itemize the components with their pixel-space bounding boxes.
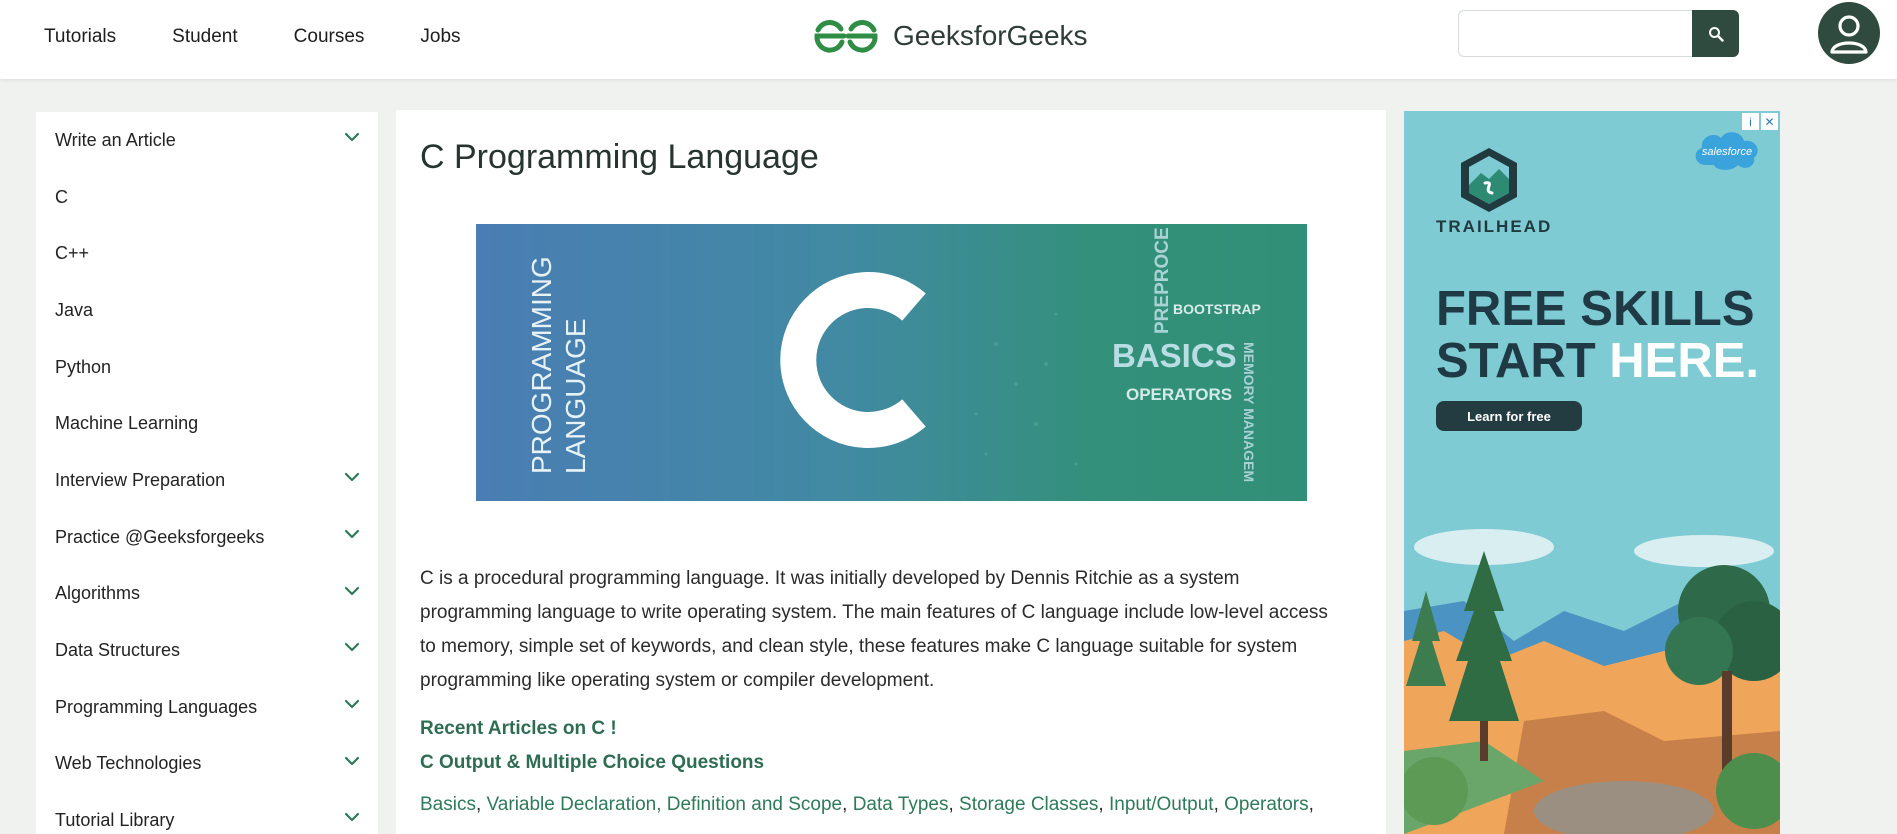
nav-student[interactable]: Student	[172, 26, 238, 48]
banner-dots	[974, 312, 1078, 466]
banner-graphic: PROGRAMMING LANGUAGE PREPROCE BOOTSTRAP …	[526, 227, 1261, 482]
sidebar-item-label: Web Technologies	[55, 753, 202, 774]
sidebar-item[interactable]: Web Technologies	[36, 736, 378, 793]
banner-c-letter	[780, 272, 926, 448]
sidebar-item-label: Programming Languages	[55, 696, 258, 717]
banner-side-text-2: LANGUAGE	[560, 318, 591, 474]
learn-for-free-button[interactable]: Learn for free	[1436, 401, 1582, 431]
sidebar-item-label: Practice @Geeksforgeeks	[55, 526, 265, 547]
sidebar-item-label: Interview Preparation	[55, 469, 226, 490]
gfg-logo-icon	[814, 20, 878, 53]
sidebar-item-label: Write an Article	[55, 129, 176, 150]
top-header: Tutorials Student Courses Jobs GeeksforG…	[0, 0, 1897, 79]
topic-link-basics[interactable]: Basics	[420, 794, 476, 815]
trailhead-logo-icon	[1461, 148, 1517, 212]
sidebar-item[interactable]: Interview Preparation	[36, 452, 378, 509]
banner-side-text-1: PROGRAMMING	[526, 256, 557, 474]
sidebar-item[interactable]: Practice @Geeksforgeeks	[36, 509, 378, 566]
sidebar-item-label: C	[55, 186, 68, 207]
sidebar-item[interactable]: Tutorial Library	[36, 792, 378, 834]
salesforce-badge-text: salesforce	[1702, 146, 1752, 158]
sidebar-item[interactable]: Programming Languages	[36, 679, 378, 736]
sidebar-item[interactable]: Algorithms	[36, 566, 378, 623]
trailhead-label: TRAILHEAD	[1436, 217, 1553, 236]
sidebar-item[interactable]: Python	[36, 339, 378, 396]
sidebar-item[interactable]: Write an Article	[36, 112, 378, 169]
brand-name: GeeksforGeeks	[893, 20, 1088, 51]
top-nav: Tutorials Student Courses Jobs	[44, 26, 461, 48]
topic-link-input-output[interactable]: Input/Output	[1109, 794, 1214, 815]
brand-logo-link[interactable]: GeeksforGeeks	[811, 16, 1088, 56]
sidebar-item-label: Tutorial Library	[55, 810, 175, 831]
chevron-down-icon[interactable]	[344, 642, 360, 652]
topic-link-variable-declaration[interactable]: Variable Declaration, Definition and Sco…	[487, 794, 843, 815]
sidebar-item-label: Java	[55, 299, 94, 320]
banner-word-basics: BASICS	[1112, 337, 1237, 374]
sidebar-item-label: C++	[55, 243, 90, 264]
intro-line: programming language to write operating …	[420, 602, 1328, 623]
chevron-down-icon[interactable]	[344, 812, 360, 822]
intro-line: programming like operating system or com…	[420, 670, 935, 691]
chevron-down-icon[interactable]	[344, 699, 360, 709]
sidebar-item-label: Machine Learning	[55, 413, 199, 434]
chevron-down-icon[interactable]	[344, 756, 360, 766]
intro-line: C is a procedural programming language. …	[420, 568, 1240, 589]
sidebar-item[interactable]: Java	[36, 282, 378, 339]
intro-paragraph: C is a procedural programming language. …	[420, 562, 1360, 698]
sidebar-item[interactable]: Machine Learning	[36, 395, 378, 452]
sidebar-item-label: Algorithms	[55, 583, 141, 604]
sidebar-item-label: Python	[55, 356, 112, 377]
chevron-down-icon[interactable]	[344, 586, 360, 596]
banner-word-preprocessor: PREPROCE	[1152, 227, 1173, 334]
page-title: C Programming Language	[420, 138, 819, 176]
mcq-link[interactable]: C Output & Multiple Choice Questions	[420, 752, 764, 774]
nav-tutorials[interactable]: Tutorials	[44, 26, 116, 48]
sidebar-item[interactable]: C	[36, 169, 378, 226]
user-avatar[interactable]	[1818, 2, 1880, 64]
ad-landscape-illustration	[1404, 529, 1780, 834]
ad-headline-line-1: FREE SKILLS	[1436, 282, 1755, 336]
chevron-down-icon[interactable]	[344, 132, 360, 142]
salesforce-badge-icon: salesforce	[1695, 132, 1758, 170]
left-sidebar: Write an Article C C++ Java Python Machine Le…	[36, 112, 378, 834]
sidebar-item[interactable]: Data Structures	[36, 622, 378, 679]
topic-link-data-types[interactable]: Data Types	[853, 794, 949, 815]
banner-word-operators: OPERATORS	[1126, 385, 1232, 404]
search-button[interactable]	[1692, 10, 1739, 57]
search-input[interactable]	[1458, 10, 1694, 57]
ad-headline-start: START	[1436, 334, 1610, 388]
intro-line: to memory, simple set of keywords, and c…	[420, 636, 1298, 657]
recent-articles-link[interactable]: Recent Articles on C !	[420, 718, 617, 740]
user-icon	[1830, 15, 1868, 54]
banner-word-memory: MEMORY MANAGEM	[1241, 342, 1257, 482]
search-icon	[1708, 26, 1724, 42]
sidebar-item-label: Data Structures	[55, 640, 181, 661]
nav-jobs[interactable]: Jobs	[420, 26, 460, 48]
chevron-down-icon[interactable]	[344, 472, 360, 482]
sidebar-item[interactable]: C++	[36, 225, 378, 282]
topic-link-operators[interactable]: Operators	[1224, 794, 1308, 815]
topic-link-storage-classes[interactable]: Storage Classes	[959, 794, 1098, 815]
ad-headline-here: HERE.	[1609, 334, 1760, 388]
sidebar-list: Write an Article C C++ Java Python Machine Le…	[36, 112, 378, 834]
ad-headline-line-2: START HERE.	[1436, 333, 1759, 389]
trailhead-ad[interactable]: i ✕ salesforce TRAILHEAD FREE SKILLS STA…	[1404, 111, 1780, 834]
article-card: C Programming Language PROGRAMMING LANGU…	[396, 110, 1386, 834]
topic-links: Basics, Variable Declaration, Definition…	[420, 794, 1314, 815]
banner-word-bootstrap: BOOTSTRAP	[1173, 301, 1261, 317]
chevron-down-icon[interactable]	[344, 529, 360, 539]
nav-courses[interactable]: Courses	[294, 26, 365, 48]
article-banner: PROGRAMMING LANGUAGE PREPROCE BOOTSTRAP …	[476, 224, 1307, 501]
